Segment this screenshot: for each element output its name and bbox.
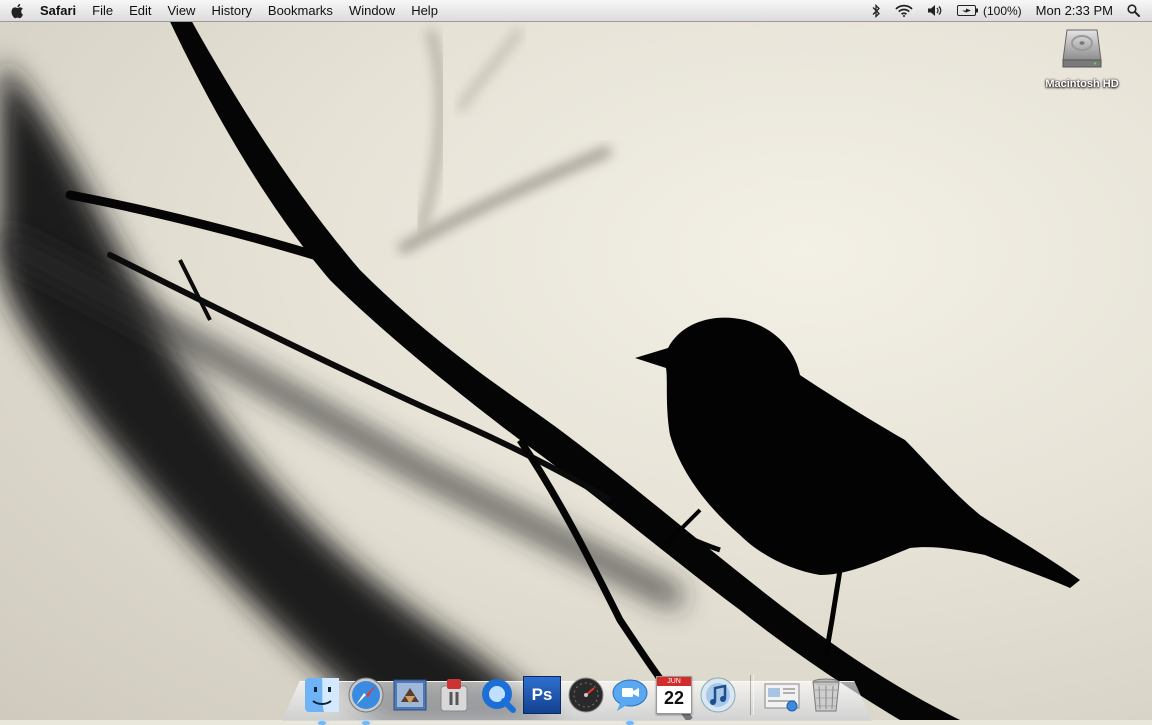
dock-item-itunes[interactable] [698,675,738,715]
preview-icon [764,683,800,712]
dock-item-preview[interactable] [762,675,802,715]
trash-icon [812,678,840,712]
finder-icon [305,678,339,712]
menu-edit[interactable]: Edit [121,0,159,21]
photoshop-label: Ps [531,685,553,704]
desktop-icon-label: Macintosh HD [1045,78,1119,90]
volume-icon[interactable] [920,0,950,21]
battery-icon [956,5,979,16]
ical-month: JUN [657,677,691,686]
battery-status[interactable]: (100%) [950,0,1029,21]
apple-icon[interactable] [0,0,34,21]
ichat-icon [612,679,648,711]
ical-day: 22 [663,688,685,708]
dock-item-trash[interactable] [806,675,846,715]
dock-item-ical[interactable]: JUN 22 [654,675,694,715]
dock-item-ichat[interactable] [610,675,650,725]
photoshop-icon: Ps [523,676,561,714]
menu-app-name[interactable]: Safari [34,0,84,21]
battery-percent: (100%) [982,3,1022,18]
menu-view[interactable]: View [160,0,204,21]
dock-separator [750,675,754,715]
dock-item-mail[interactable] [390,675,430,715]
dock-item-safari[interactable] [346,675,386,725]
dock-item-quicktime[interactable] [478,675,518,715]
dock-item-photoshop[interactable]: Ps [522,675,562,715]
running-indicator [318,721,326,725]
menu-help[interactable]: Help [403,0,446,21]
itunes-icon [700,677,736,713]
running-indicator [626,721,634,725]
dashboard-icon [568,677,604,713]
transmit-icon [440,679,468,712]
wallpaper-bird-silhouette [0,0,1080,720]
desktop [0,0,1152,720]
bluetooth-icon[interactable] [865,0,888,21]
dock-item-dashboard[interactable] [566,675,606,715]
running-indicator [362,721,370,725]
desktop-icon-macintosh-hd[interactable]: Macintosh HD [1040,26,1124,90]
dock: Ps JUN 22 [282,663,872,725]
dock-item-transmit[interactable] [434,675,474,715]
ical-icon: JUN 22 [656,676,692,714]
menu-file[interactable]: File [84,0,121,21]
safari-icon [348,677,384,713]
mail-icon [393,679,427,711]
dock-item-finder[interactable] [302,675,342,725]
clock[interactable]: Mon 2:33 PM [1029,0,1120,21]
wifi-icon[interactable] [888,0,920,21]
spotlight-icon[interactable] [1120,0,1152,21]
menu-bar: Safari File Edit View History Bookmarks … [0,0,1152,22]
hard-drive-icon [1062,29,1102,68]
menu-history[interactable]: History [203,0,259,21]
menu-window[interactable]: Window [341,0,403,21]
quicktime-icon [482,679,516,713]
menu-bookmarks[interactable]: Bookmarks [260,0,341,21]
